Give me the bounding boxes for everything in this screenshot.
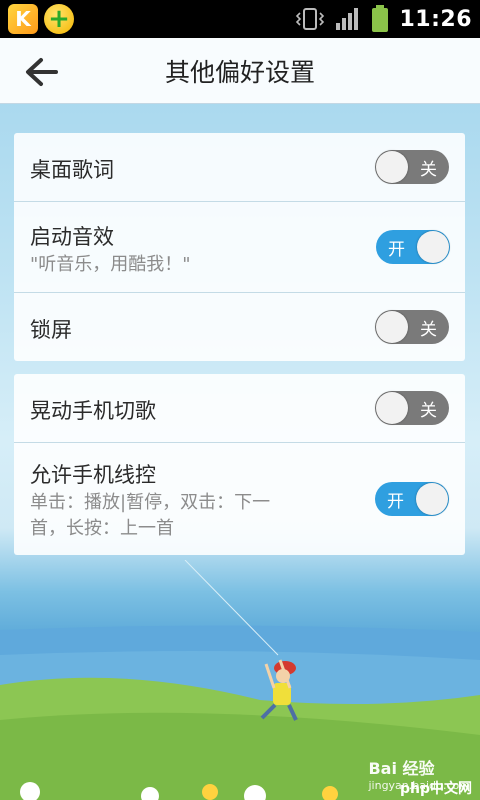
toggle-knob [376, 151, 408, 183]
clock: 11:26 [399, 6, 472, 32]
setting-title: 启动音效 [30, 225, 114, 249]
setting-title: 桌面歌词 [30, 158, 114, 182]
toggle-knob [416, 483, 448, 515]
wire-control-toggle[interactable]: 开 [375, 482, 449, 516]
setting-subtitle-line2: 首，长按：上一首 [30, 518, 174, 539]
kuwo-app-icon: K [8, 4, 38, 34]
kite-scene-illustration [0, 559, 480, 800]
watermark-line1: Bai 经验 [368, 759, 435, 778]
setting-title: 锁屏 [30, 318, 72, 342]
toggle-knob [376, 392, 408, 424]
background-scene: Bai 经验 jingyan.baidu.com [0, 559, 480, 800]
toggle-label: 关 [420, 401, 437, 421]
toggle-label: 关 [420, 160, 437, 180]
plus-app-icon: + [44, 4, 74, 34]
setting-title: 允许手机线控 [30, 463, 156, 487]
setting-title: 晃动手机切歌 [30, 399, 156, 423]
back-button[interactable] [22, 52, 62, 92]
back-arrow-icon [26, 58, 58, 86]
php-watermark: php中文网 [399, 781, 472, 797]
signal-icon [336, 8, 359, 30]
plus-app-symbol: + [48, 4, 70, 34]
lock-screen-toggle[interactable]: 关 [375, 310, 449, 344]
startup-sound-toggle[interactable]: 开 [376, 230, 450, 264]
setting-row-desktop-lyrics[interactable]: 桌面歌词 关 [14, 133, 465, 202]
setting-row-shake-switch[interactable]: 晃动手机切歌 关 [14, 374, 465, 443]
kuwo-app-letter: K [15, 7, 31, 31]
toggle-knob [376, 311, 408, 343]
status-bar: K + 11:26 [0, 0, 480, 38]
battery-icon [372, 5, 389, 32]
page-title: 其他偏好设置 [164, 58, 315, 87]
toggle-label: 开 [387, 492, 404, 512]
toggle-label: 开 [388, 240, 405, 260]
setting-subtitle-line1: 单击：播放|暂停，双击：下一 [30, 492, 271, 513]
desktop-lyrics-toggle[interactable]: 关 [375, 150, 449, 184]
toggle-knob [417, 231, 449, 263]
kite-person [260, 659, 298, 721]
flowers [20, 782, 338, 800]
settings-group-2: 晃动手机切歌 关 允许手机线控 单击：播放|暂停，双击：下一 首，长按：上一首 … [14, 374, 465, 555]
shake-switch-toggle[interactable]: 关 [375, 391, 449, 425]
setting-row-wire-control[interactable]: 允许手机线控 单击：播放|暂停，双击：下一 首，长按：上一首 开 [14, 443, 465, 555]
setting-row-lock-screen[interactable]: 锁屏 关 [14, 293, 465, 361]
setting-subtitle: "听音乐，用酷我！" [30, 254, 191, 275]
toggle-label: 关 [420, 320, 437, 340]
vibrate-icon [296, 8, 325, 30]
title-bar: 其他偏好设置 [0, 38, 480, 104]
